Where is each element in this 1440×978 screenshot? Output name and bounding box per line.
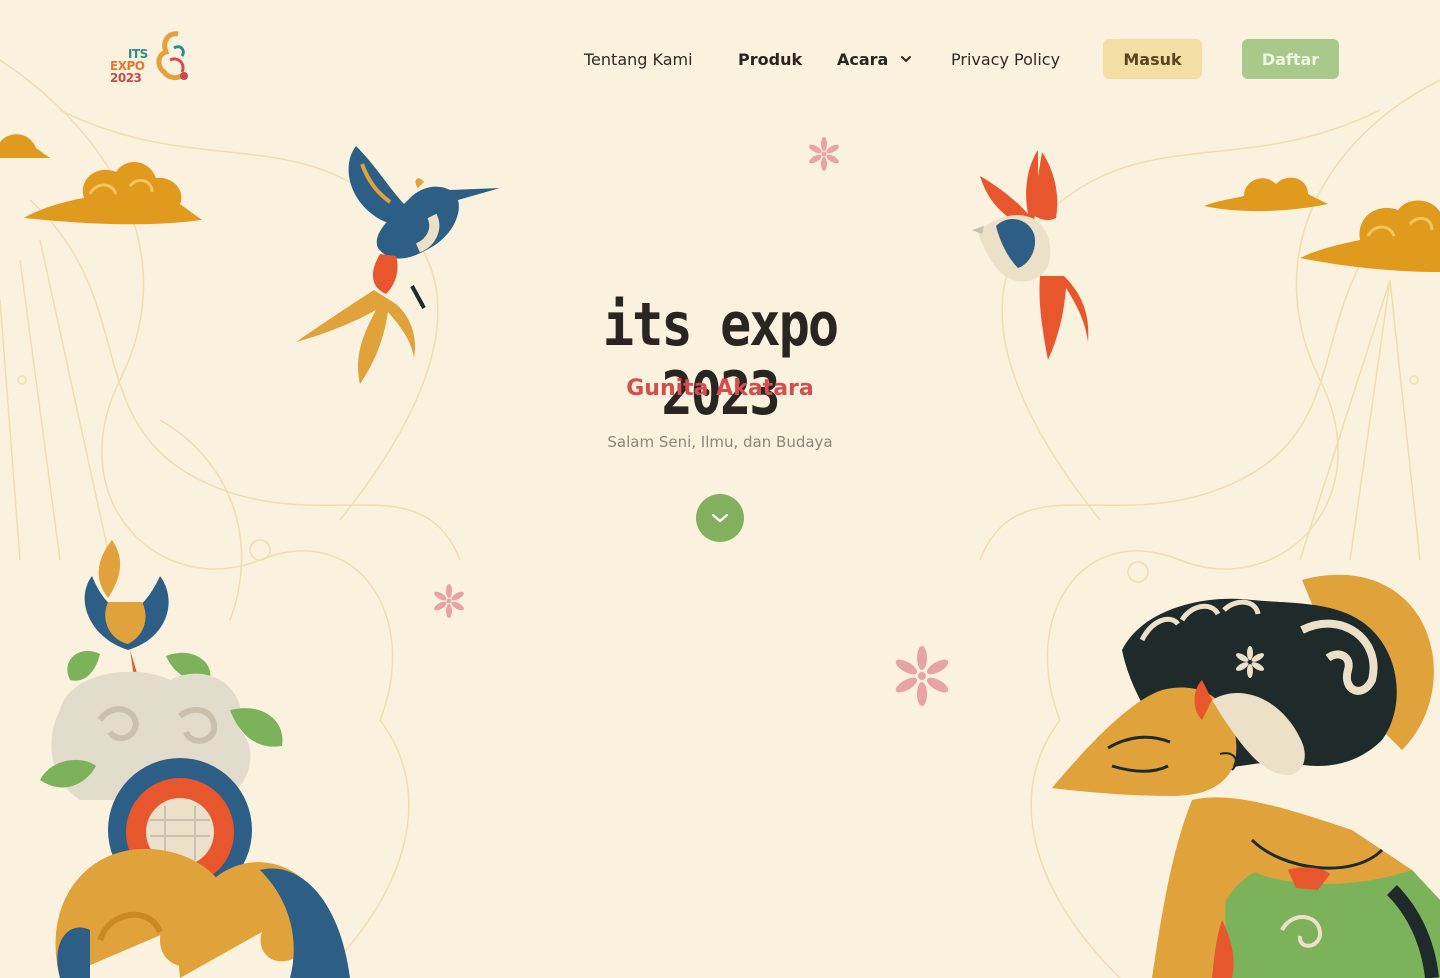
red-bird-illustration bbox=[972, 150, 1089, 360]
blue-bird-illustration bbox=[296, 146, 500, 384]
nav-label-privacy-policy: Privacy Policy bbox=[951, 49, 1061, 69]
register-button[interactable]: Daftar bbox=[1242, 39, 1339, 79]
hero-subtitle: Gunita Akatara bbox=[626, 376, 814, 401]
flower-icon bbox=[809, 137, 839, 171]
nav-item-produk[interactable]: Produk bbox=[738, 39, 802, 79]
logo-emblem-icon bbox=[156, 31, 188, 81]
hero-title: its expo 2023 bbox=[602, 291, 839, 429]
nav-label-produk: Produk bbox=[738, 49, 803, 69]
nav-label-tentang-kami: Tentang Kami bbox=[584, 49, 693, 69]
nav-item-acara[interactable]: Acara bbox=[837, 39, 912, 79]
scroll-down-button[interactable] bbox=[696, 494, 744, 542]
chevron-down-icon bbox=[711, 513, 729, 523]
flower-icon bbox=[434, 584, 464, 618]
floral-ornament-illustration bbox=[40, 540, 350, 978]
logo-wordmark: ITS EXPO 2023 bbox=[110, 48, 148, 84]
wayang-figure-illustration bbox=[1052, 574, 1440, 978]
chevron-down-icon bbox=[901, 56, 912, 63]
cloud-left-icon bbox=[0, 134, 202, 225]
nav-item-tentang-kami[interactable]: Tentang Kami bbox=[584, 39, 693, 79]
its-expo-logo[interactable]: ITS EXPO 2023 bbox=[108, 30, 192, 86]
nav-label-acara: Acara bbox=[837, 49, 889, 69]
cloud-right-icon bbox=[1204, 177, 1440, 272]
login-button[interactable]: Masuk bbox=[1103, 39, 1202, 79]
nav-item-privacy-policy[interactable]: Privacy Policy bbox=[951, 39, 1060, 79]
flower-icon bbox=[895, 646, 949, 706]
logo-line-3: 2023 bbox=[110, 71, 142, 85]
hero-tagline: Salam Seni, Ilmu, dan Budaya bbox=[607, 433, 833, 451]
